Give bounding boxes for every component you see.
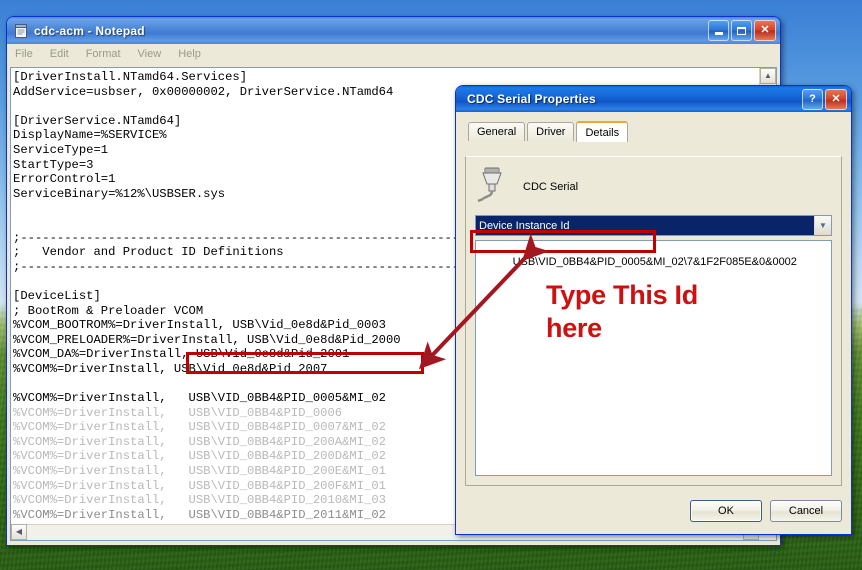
details-tab-panel: CDC Serial Device Instance Id ▼ USB\VID_… (465, 156, 842, 486)
dialog-caption-buttons: ? ✕ (802, 88, 847, 110)
cancel-button[interactable]: Cancel (770, 500, 842, 522)
device-name-label: CDC Serial (523, 181, 579, 193)
dialog-titlebar[interactable]: CDC Serial Properties ? ✕ (456, 86, 851, 112)
detail-value-highlighted: USB\VID_0BB4&PID_0005&MI_02 (512, 256, 684, 268)
chevron-down-icon[interactable]: ▼ (814, 216, 831, 235)
menu-item-format[interactable]: Format (86, 48, 121, 60)
tab-driver[interactable]: Driver (527, 122, 575, 141)
dialog-button-row: OK Cancel (690, 500, 842, 522)
notepad-caption-buttons: ✕ (708, 20, 776, 41)
ok-button[interactable]: OK (690, 500, 762, 522)
menu-item-file[interactable]: File (15, 48, 33, 60)
scroll-up-icon[interactable]: ▲ (760, 68, 776, 84)
device-header: CDC Serial (475, 167, 832, 207)
dialog-close-button[interactable]: ✕ (825, 88, 847, 110)
menu-item-help[interactable]: Help (178, 48, 201, 60)
tab-details[interactable]: Details (576, 121, 629, 142)
menu-item-view[interactable]: View (138, 48, 162, 60)
notepad-line: [DriverInstall.NTamd64.Services] (13, 70, 248, 84)
minimize-button[interactable] (708, 20, 729, 41)
close-button[interactable]: ✕ (754, 20, 776, 41)
detail-value-list[interactable]: USB\VID_0BB4&PID_0005&MI_02\7&1F2F085E&0… (475, 240, 832, 476)
property-select[interactable]: Device Instance Id ▼ (475, 215, 832, 236)
notepad-menubar[interactable]: File Edit Format View Help (7, 44, 780, 64)
cdc-serial-properties-dialog[interactable]: CDC Serial Properties ? ✕ General Driver… (455, 85, 852, 535)
menu-item-edit[interactable]: Edit (50, 48, 69, 60)
help-button[interactable]: ? (802, 88, 823, 110)
scroll-left-icon[interactable]: ◀ (11, 524, 27, 540)
notepad-titlebar[interactable]: cdc-acm - Notepad ✕ (7, 17, 780, 44)
list-item[interactable]: USB\VID_0BB4&PID_0005&MI_02\7&1F2F085E&0… (476, 241, 831, 280)
property-select-value: Device Instance Id (476, 216, 814, 235)
dialog-tabstrip[interactable]: General Driver Details (465, 120, 842, 142)
detail-value-rest: \7&1F2F085E&0&0002 (683, 256, 797, 268)
tab-general[interactable]: General (468, 122, 526, 141)
dialog-body: General Driver Details CDC Serial Device… (456, 112, 851, 534)
dialog-title: CDC Serial Properties (467, 92, 596, 106)
maximize-button[interactable] (731, 20, 752, 41)
usb-device-icon (475, 166, 509, 209)
notepad-title: cdc-acm - Notepad (34, 23, 145, 38)
notepad-icon (13, 23, 29, 39)
